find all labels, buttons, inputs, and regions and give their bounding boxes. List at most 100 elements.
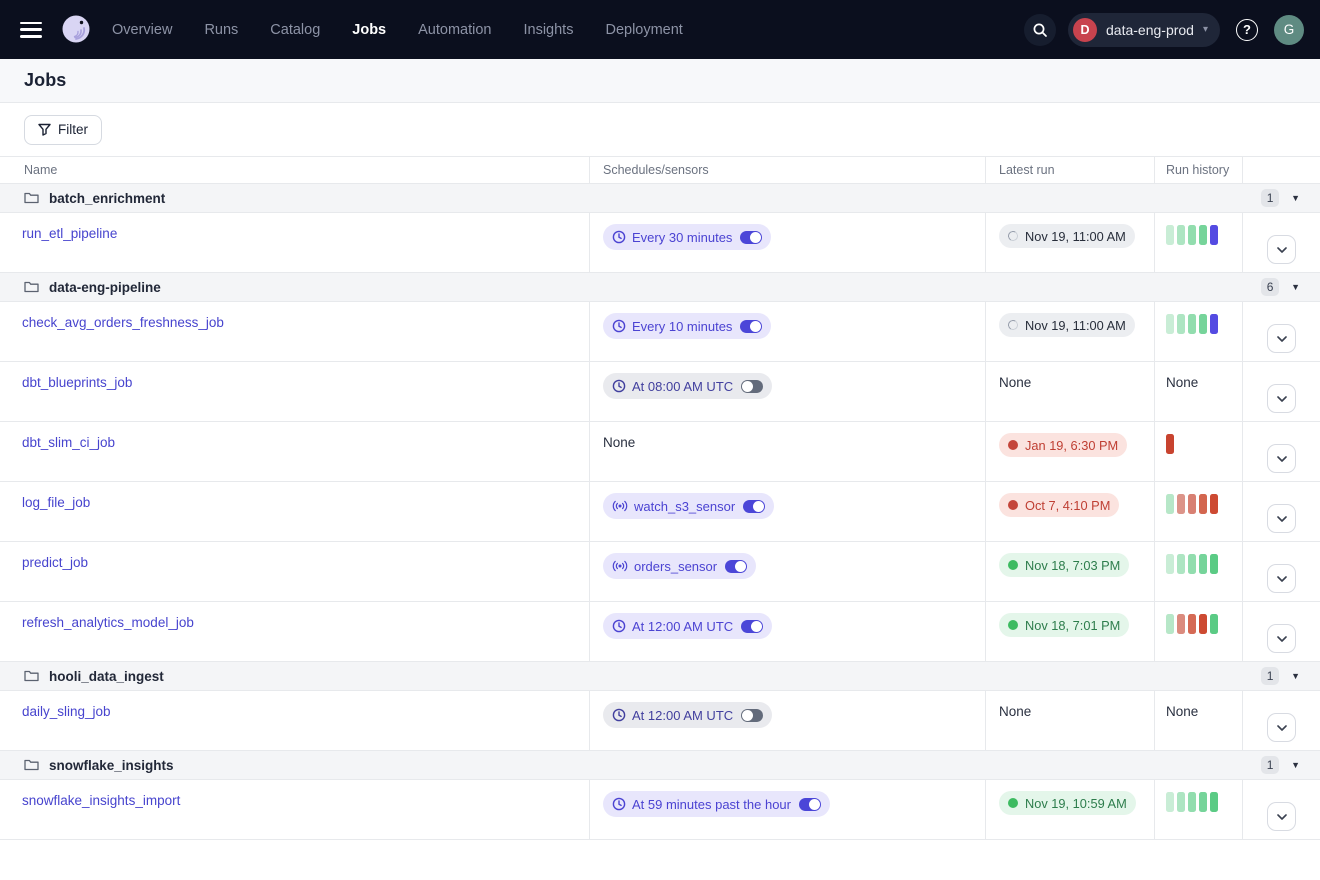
sensor-label: orders_sensor [634,559,717,574]
job-count-badge: 1 [1261,756,1279,774]
help-icon: ? [1236,19,1258,41]
nav-item-runs[interactable]: Runs [204,22,238,38]
column-header-name: Name [0,157,590,183]
latest-run-chip[interactable]: Nov 19, 11:00 AM [999,313,1135,337]
run-history-bars[interactable] [1166,553,1242,574]
sensor-toggle[interactable] [743,500,765,513]
expand-row-button[interactable] [1267,713,1296,742]
sensor-toggle[interactable] [725,560,747,573]
filter-button-label: Filter [58,122,88,137]
run-history-bars[interactable] [1166,613,1242,634]
nav-item-catalog[interactable]: Catalog [270,22,320,38]
table-row: predict_job orders_sensor Nov 18, 7:03 P… [0,542,1320,602]
schedule-toggle[interactable] [741,380,763,393]
caret-down-icon[interactable]: ▼ [1291,761,1300,770]
expand-row-button[interactable] [1267,235,1296,264]
nav-item-jobs[interactable]: Jobs [352,22,386,38]
nav-item-deployment[interactable]: Deployment [605,22,682,38]
job-link[interactable]: check_avg_orders_freshness_job [22,313,224,330]
sensor-icon [612,560,628,572]
caret-down-icon[interactable]: ▼ [1291,283,1300,292]
sensor-chip[interactable]: watch_s3_sensor [603,493,774,519]
schedule-toggle[interactable] [741,620,763,633]
job-link[interactable]: run_etl_pipeline [22,224,117,241]
run-history-bars[interactable] [1166,493,1242,514]
folder-icon [24,759,39,771]
run-history-none: None [1166,702,1198,719]
schedule-toggle[interactable] [740,320,762,333]
run-status-icon [1008,500,1018,510]
run-history-bars[interactable] [1166,433,1242,454]
chevron-down-icon: ▾ [1203,24,1208,35]
schedule-chip[interactable]: At 12:00 AM UTC [603,613,772,639]
job-group-row[interactable]: batch_enrichment 1 ▼ [0,184,1320,213]
top-nav: Overview Runs Catalog Jobs Automation In… [0,0,1320,59]
help-button[interactable]: ? [1232,15,1262,45]
run-history-bars[interactable] [1166,224,1242,245]
latest-run-chip[interactable]: Nov 19, 11:00 AM [999,224,1135,248]
table-header-row: Name Schedules/sensors Latest run Run hi… [0,157,1320,184]
search-button[interactable] [1024,14,1056,46]
expand-row-button[interactable] [1267,564,1296,593]
clock-icon [612,230,626,244]
job-link[interactable]: dbt_blueprints_job [22,373,132,390]
page-title: Jobs [24,70,66,91]
job-group-row[interactable]: snowflake_insights 1 ▼ [0,751,1320,780]
nav-item-overview[interactable]: Overview [112,22,172,38]
schedule-toggle[interactable] [741,709,763,722]
expand-row-button[interactable] [1267,802,1296,831]
dagster-logo-icon[interactable] [58,12,94,48]
table-row: log_file_job watch_s3_sensor Oct 7, 4:10… [0,482,1320,542]
schedule-chip[interactable]: At 12:00 AM UTC [603,702,772,728]
avatar[interactable]: G [1274,15,1304,45]
filter-button[interactable]: Filter [24,115,102,145]
job-group-row[interactable]: hooli_data_ingest 1 ▼ [0,662,1320,691]
job-link[interactable]: daily_sling_job [22,702,111,719]
sensor-chip[interactable]: orders_sensor [603,553,756,579]
menu-icon[interactable] [20,22,42,38]
latest-run-label: Nov 19, 11:00 AM [1025,318,1126,333]
schedule-label: Every 30 minutes [632,230,732,245]
run-status-icon [1008,440,1018,450]
job-count-badge: 1 [1261,667,1279,685]
latest-run-chip[interactable]: Nov 19, 10:59 AM [999,791,1136,815]
deployment-initial-badge: D [1073,18,1097,42]
nav-item-automation[interactable]: Automation [418,22,491,38]
latest-run-chip[interactable]: Oct 7, 4:10 PM [999,493,1119,517]
folder-icon [24,670,39,682]
run-history-none: None [1166,373,1198,390]
job-link[interactable]: predict_job [22,553,88,570]
schedule-chip[interactable]: At 59 minutes past the hour [603,791,830,817]
latest-run-chip[interactable]: Nov 18, 7:03 PM [999,553,1129,577]
schedule-chip[interactable]: At 08:00 AM UTC [603,373,772,399]
schedule-chip[interactable]: Every 10 minutes [603,313,771,339]
job-group-row[interactable]: data-eng-pipeline 6 ▼ [0,273,1320,302]
caret-down-icon[interactable]: ▼ [1291,194,1300,203]
expand-row-button[interactable] [1267,504,1296,533]
job-link[interactable]: snowflake_insights_import [22,791,180,808]
deployment-switcher[interactable]: D data-eng-prod ▾ [1068,13,1220,47]
expand-row-button[interactable] [1267,444,1296,473]
expand-row-button[interactable] [1267,384,1296,413]
latest-run-chip[interactable]: Nov 18, 7:01 PM [999,613,1129,637]
latest-run-chip[interactable]: Jan 19, 6:30 PM [999,433,1127,457]
clock-icon [612,797,626,811]
schedule-toggle[interactable] [740,231,762,244]
nav-item-insights[interactable]: Insights [523,22,573,38]
nav-right-cluster: D data-eng-prod ▾ ? G [1024,13,1304,47]
filter-funnel-icon [38,123,51,136]
clock-icon [612,619,626,633]
job-link[interactable]: log_file_job [22,493,90,510]
schedule-toggle[interactable] [799,798,821,811]
job-link[interactable]: refresh_analytics_model_job [22,613,194,630]
expand-row-button[interactable] [1267,624,1296,653]
run-status-icon [1008,620,1018,630]
schedule-label: At 12:00 AM UTC [632,708,733,723]
run-history-bars[interactable] [1166,791,1242,812]
expand-row-button[interactable] [1267,324,1296,353]
job-link[interactable]: dbt_slim_ci_job [22,433,115,450]
table-row: daily_sling_job At 12:00 AM UTC None Non… [0,691,1320,751]
schedule-chip[interactable]: Every 30 minutes [603,224,771,250]
caret-down-icon[interactable]: ▼ [1291,672,1300,681]
run-history-bars[interactable] [1166,313,1242,334]
